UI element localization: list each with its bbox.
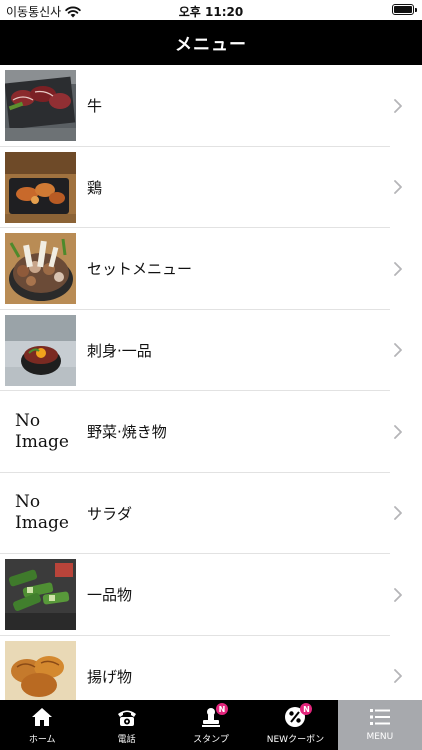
new-badge: N xyxy=(300,703,313,715)
status-time: 오후 11:20 xyxy=(178,5,244,19)
menu-item-chicken[interactable]: 鶏 xyxy=(0,147,422,229)
tab-home[interactable]: ホーム xyxy=(0,700,84,750)
chevron-right-icon xyxy=(394,261,402,276)
tab-label: NEWクーポン xyxy=(266,735,325,745)
tab-label: スタンプ xyxy=(193,735,229,745)
menu-item-label: セットメニュー xyxy=(87,260,193,279)
menu-item-label: 刺身·一品 xyxy=(87,341,152,360)
menu-item-label: 一品物 xyxy=(87,586,133,605)
menu-list: 牛 鶏 セットメニュー 刺身·一品 No Image 野菜·焼き物 No Ima… xyxy=(0,65,422,700)
menu-item-beef[interactable]: 牛 xyxy=(0,65,422,147)
status-bar: 이동통신사 오후 11:20 xyxy=(0,0,422,20)
coupon-icon-wrap: N xyxy=(284,703,313,728)
chevron-right-icon xyxy=(394,343,402,358)
home-icon xyxy=(32,708,53,726)
beef-thumbnail xyxy=(5,70,76,142)
chevron-right-icon xyxy=(394,98,402,113)
tab-label: ホーム xyxy=(28,735,56,745)
sashimi-thumbnail xyxy=(5,314,76,386)
chevron-right-icon xyxy=(394,506,402,521)
menu-item-vegetables[interactable]: No Image 野菜·焼き物 xyxy=(0,391,422,473)
tab-coupon[interactable]: N NEWクーポン xyxy=(253,700,337,750)
menu-item-label: 鶏 xyxy=(87,178,103,197)
stamp-icon-wrap: N xyxy=(200,703,229,728)
no-image-text: No xyxy=(15,410,41,431)
cucumber-thumbnail xyxy=(5,559,76,631)
menu-item-sashimi[interactable]: 刺身·一品 xyxy=(0,310,422,392)
menu-item-single-dishes[interactable]: 一品物 xyxy=(0,554,422,636)
chevron-right-icon xyxy=(394,424,402,439)
status-right xyxy=(392,4,417,15)
chevron-right-icon xyxy=(394,587,402,602)
menu-item-label: サラダ xyxy=(87,504,133,523)
chicken-thumbnail xyxy=(5,151,76,223)
no-image-text: No xyxy=(15,492,41,513)
new-badge: N xyxy=(216,703,229,715)
battery-icon xyxy=(392,4,417,15)
fried-thumbnail xyxy=(5,640,76,700)
chevron-right-icon xyxy=(394,669,402,684)
menu-item-set-menu[interactable]: セットメニュー xyxy=(0,228,422,310)
tab-stamp[interactable]: N スタンプ xyxy=(169,700,253,750)
phone-icon xyxy=(117,710,136,726)
set-menu-thumbnail xyxy=(5,233,76,305)
no-image-placeholder: No Image xyxy=(5,396,76,467)
tab-menu[interactable]: MENU xyxy=(337,700,422,750)
menu-item-label: 揚げ物 xyxy=(87,667,133,686)
menu-list-icon xyxy=(369,709,390,725)
tab-label: MENU xyxy=(366,732,394,742)
page-header: メニュー xyxy=(0,20,422,65)
menu-item-salad[interactable]: No Image サラダ xyxy=(0,473,422,555)
chevron-right-icon xyxy=(394,180,402,195)
menu-item-fried[interactable]: 揚げ物 xyxy=(0,636,422,700)
no-image-placeholder: No Image xyxy=(5,478,76,549)
tab-bar: ホーム 電話 N スタンプ N NEWクーポン MENU xyxy=(0,700,422,750)
tab-phone[interactable]: 電話 xyxy=(84,700,168,750)
page-title: メニュー xyxy=(175,35,247,55)
menu-item-label: 野菜·焼き物 xyxy=(87,423,167,442)
tab-label: 電話 xyxy=(117,735,136,745)
no-image-text: Image xyxy=(15,513,69,534)
menu-item-label: 牛 xyxy=(87,97,103,116)
no-image-text: Image xyxy=(15,431,69,452)
